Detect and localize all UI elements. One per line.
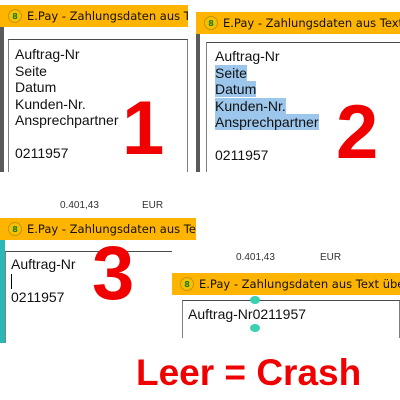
step-number-2: 2: [336, 90, 379, 172]
text-line: Auftrag-Nr: [15, 46, 80, 62]
background-amount: 0.401,43: [60, 200, 99, 211]
window-titlebar[interactable]: 8 E.Pay - Zahlungsdaten aus Text überneh…: [196, 12, 400, 34]
window-titlebar[interactable]: 8 E.Pay - Zahlungsdaten aus Text überneh…: [172, 273, 400, 295]
window-panel-1: 8 E.Pay - Zahlungsdaten aus Text überneh…: [0, 5, 188, 172]
text-input-area[interactable]: Auftrag-Nr0211957: [182, 300, 400, 338]
window-title: E.Pay - Zahlungsdaten aus Text übernehme…: [223, 16, 400, 30]
text-line: Auftrag-Nr0211957: [188, 306, 307, 322]
crash-caption: Leer = Crash: [136, 352, 362, 393]
window-title: E.Pay - Zahlungsdaten aus Text übernehme…: [199, 277, 400, 291]
text-line: Seite: [15, 62, 47, 79]
epay-app-icon: 8: [8, 9, 22, 23]
step-number-3: 3: [92, 231, 135, 316]
window-titlebar[interactable]: 8 E.Pay - Zahlungsdaten aus Text überneh…: [0, 5, 188, 27]
window-panel-4: 0.401,43 EUR 8 E.Pay - Zahlungsdaten aus…: [172, 248, 400, 338]
window-title: E.Pay - Zahlungsdaten aus Text übernehme…: [27, 9, 188, 23]
background-window-strip: [0, 27, 4, 172]
text-caret: [11, 274, 12, 290]
step-number-1: 1: [122, 86, 165, 171]
epay-app-icon: 8: [204, 16, 218, 30]
text-line: Auftrag-Nr: [215, 48, 280, 64]
background-currency: EUR: [142, 200, 164, 211]
background-currency: EUR: [320, 252, 342, 263]
epay-app-icon: 8: [8, 222, 22, 236]
selection-handle-top[interactable]: [250, 296, 260, 304]
epay-app-icon: 8: [180, 277, 194, 291]
selected-text-line: Seite: [215, 64, 247, 81]
selection-handle-bottom[interactable]: [250, 324, 260, 332]
background-window-strip: [196, 34, 200, 172]
window-panel-2: 8 E.Pay - Zahlungsdaten aus Text überneh…: [196, 12, 400, 172]
background-amount: 0.401,43: [236, 252, 275, 263]
